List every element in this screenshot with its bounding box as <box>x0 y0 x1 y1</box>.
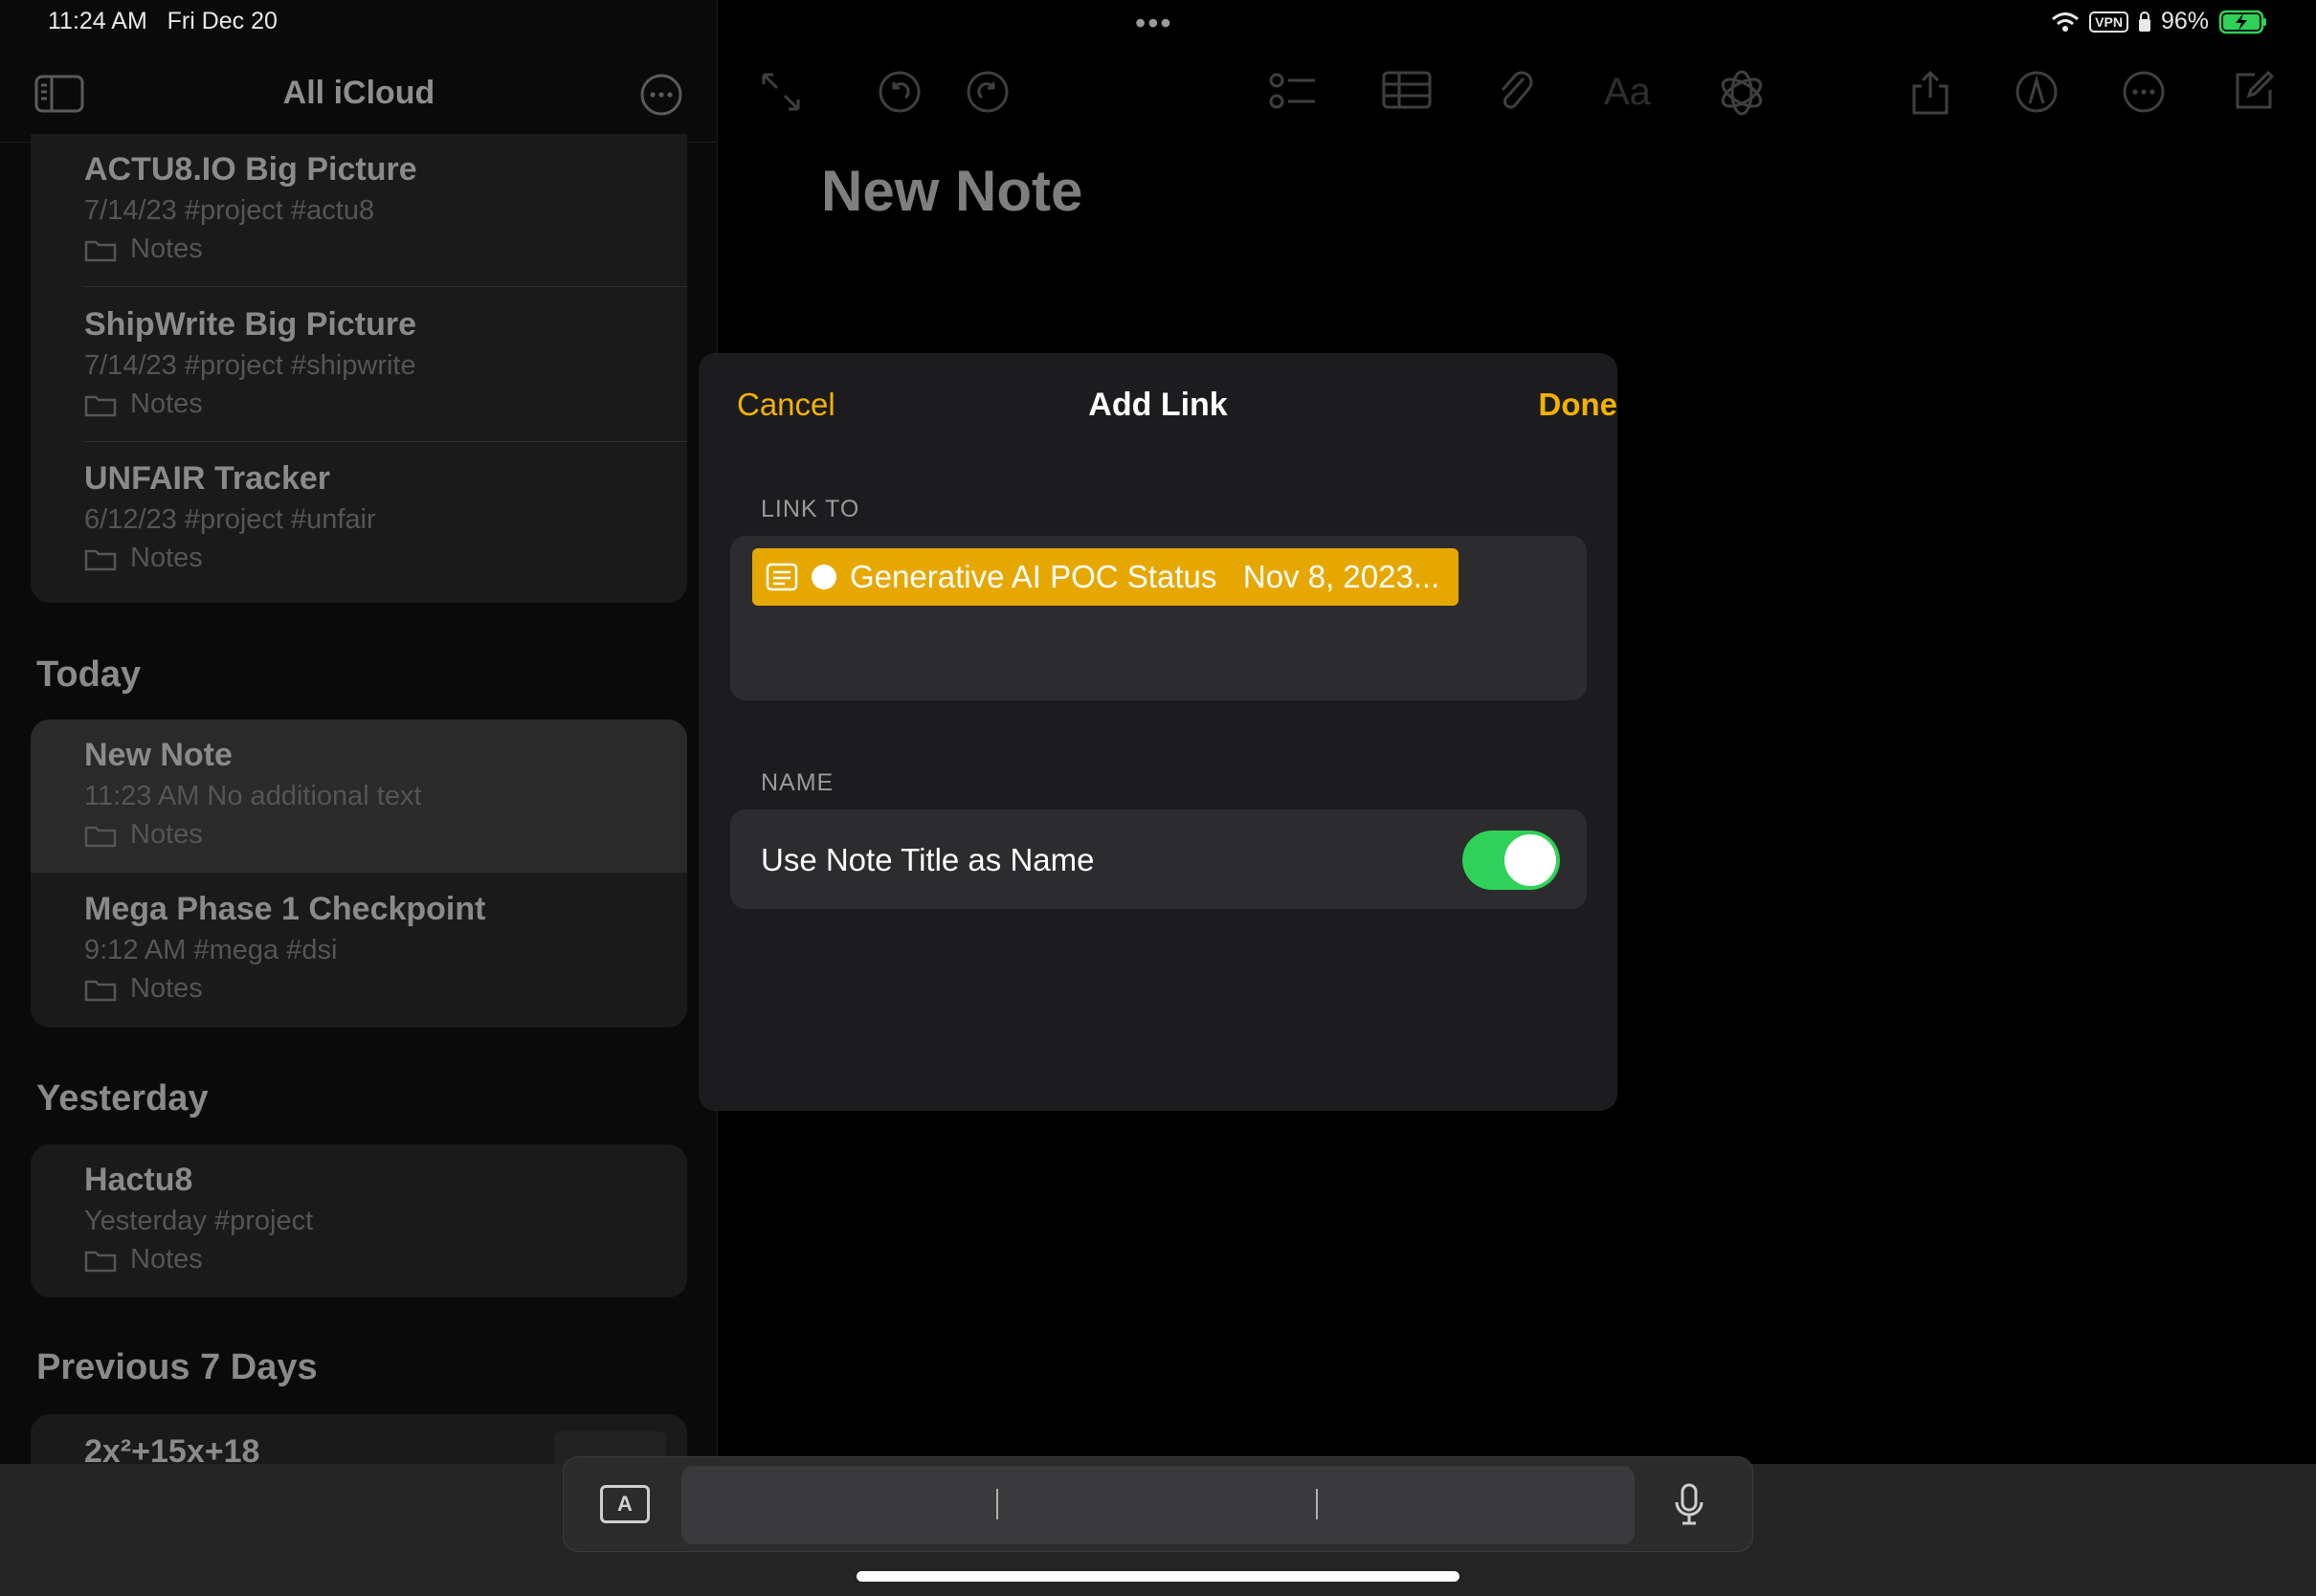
note-meta: 11:23 AM No additional text <box>84 781 422 811</box>
toggle-knob <box>1504 834 1556 886</box>
folder-icon <box>84 977 117 1002</box>
folder-icon <box>84 237 117 262</box>
list-item[interactable]: Hactu8 Yesterday #project Notes <box>31 1144 687 1297</box>
note-title: Hactu8 <box>84 1162 193 1198</box>
list-item-selected[interactable]: New Note 11:23 AM No additional text Not… <box>31 720 687 873</box>
list-item[interactable]: ShipWrite Big Picture 7/14/23 #project #… <box>31 289 687 442</box>
list-item[interactable]: UNFAIR Tracker 6/12/23 #project #unfair … <box>31 443 687 596</box>
link-to-label: LINK TO <box>761 496 860 522</box>
folder-icon <box>84 823 117 848</box>
dialog-title: Add Link <box>1088 387 1228 423</box>
note-title-heading[interactable]: New Note <box>821 158 1082 224</box>
share-icon[interactable] <box>1910 69 1950 117</box>
markup-icon[interactable] <box>2014 69 2060 115</box>
note-icon <box>766 563 798 591</box>
use-note-title-toggle[interactable] <box>1462 831 1560 890</box>
done-button[interactable]: Done <box>1539 387 1618 423</box>
note-folder: Notes <box>84 1244 203 1275</box>
section-title-today: Today <box>36 654 142 695</box>
sidebar-title: All iCloud <box>282 75 435 111</box>
notes-group-today: New Note 11:23 AM No additional text Not… <box>31 720 687 1028</box>
undo-icon[interactable] <box>877 69 923 115</box>
note-title: ShipWrite Big Picture <box>84 306 416 343</box>
note-folder: Notes <box>84 543 203 574</box>
predictive-text-bar[interactable] <box>681 1466 1635 1544</box>
suggestion-divider <box>1316 1489 1318 1519</box>
sidebar-more-icon[interactable] <box>639 73 683 117</box>
attachment-icon[interactable] <box>1495 69 1537 115</box>
apple-intelligence-icon[interactable] <box>1717 69 1767 117</box>
status-time-date: 11:24 AM Fri Dec 20 <box>48 8 278 34</box>
folder-icon <box>84 1248 117 1273</box>
note-title: New Note <box>84 737 233 773</box>
folder-icon <box>84 546 117 571</box>
folder-icon <box>84 392 117 417</box>
name-label: NAME <box>761 769 835 796</box>
list-item[interactable]: ACTU8.IO Big Picture 7/14/23 #project #a… <box>31 134 687 287</box>
more-icon[interactable] <box>2121 69 2167 115</box>
wifi-icon <box>2051 11 2080 33</box>
note-meta: 7/14/23 #project #actu8 <box>84 195 375 226</box>
format-text-icon[interactable]: Aa <box>1604 71 1651 114</box>
checklist-icon[interactable] <box>1269 69 1317 115</box>
notes-group-yesterday: Hactu8 Yesterday #project Notes <box>31 1144 687 1297</box>
text-input-key-icon[interactable]: A <box>600 1485 650 1523</box>
note-title[interactable]: 2x²+15x+18 <box>84 1433 259 1464</box>
section-title-previous: Previous 7 Days <box>36 1347 318 1387</box>
note-folder: Notes <box>84 233 203 265</box>
notes-group-pinned: ACTU8.IO Big Picture 7/14/23 #project #a… <box>31 134 687 603</box>
battery-percent: 96% <box>2160 8 2209 34</box>
table-icon[interactable] <box>1382 69 1432 111</box>
vpn-badge: VPN <box>2089 11 2128 33</box>
note-folder: Notes <box>84 973 203 1005</box>
list-item[interactable]: Mega Phase 1 Checkpoint 9:12 AM #mega #d… <box>31 874 687 1027</box>
note-meta: 6/12/23 #project #unfair <box>84 504 376 535</box>
note-title: Mega Phase 1 Checkpoint <box>84 891 486 927</box>
suggestion-divider <box>996 1489 998 1519</box>
note-meta: 9:12 AM #mega #dsi <box>84 935 338 965</box>
status-dot-icon <box>812 565 836 589</box>
home-indicator[interactable] <box>857 1571 1459 1582</box>
multitask-dots-icon[interactable]: ••• <box>1135 8 1173 38</box>
status-indicators: VPN 96% <box>2051 8 2268 35</box>
section-title-yesterday: Yesterday <box>36 1078 209 1119</box>
compose-icon[interactable] <box>2232 69 2276 113</box>
use-note-title-label: Use Note Title as Name <box>761 842 1095 877</box>
lock-icon <box>2138 11 2151 33</box>
divider <box>84 286 687 287</box>
note-folder: Notes <box>84 388 203 420</box>
microphone-icon[interactable] <box>1673 1483 1705 1527</box>
battery-charging-icon <box>2218 10 2268 34</box>
linked-note-chip[interactable]: Generative AI POC Status Nov 8, 2023... <box>752 548 1459 606</box>
note-meta: Yesterday #project <box>84 1206 314 1236</box>
add-link-dialog <box>699 353 1617 1111</box>
expand-icon[interactable] <box>758 69 804 115</box>
redo-icon[interactable] <box>965 69 1011 115</box>
divider <box>84 441 687 442</box>
note-title: UNFAIR Tracker <box>84 460 330 497</box>
note-meta: 7/14/23 #project #shipwrite <box>84 350 416 381</box>
note-title: ACTU8.IO Big Picture <box>84 151 417 188</box>
note-folder: Notes <box>84 819 203 851</box>
linked-note-text: Generative AI POC Status Nov 8, 2023... <box>850 559 1440 594</box>
